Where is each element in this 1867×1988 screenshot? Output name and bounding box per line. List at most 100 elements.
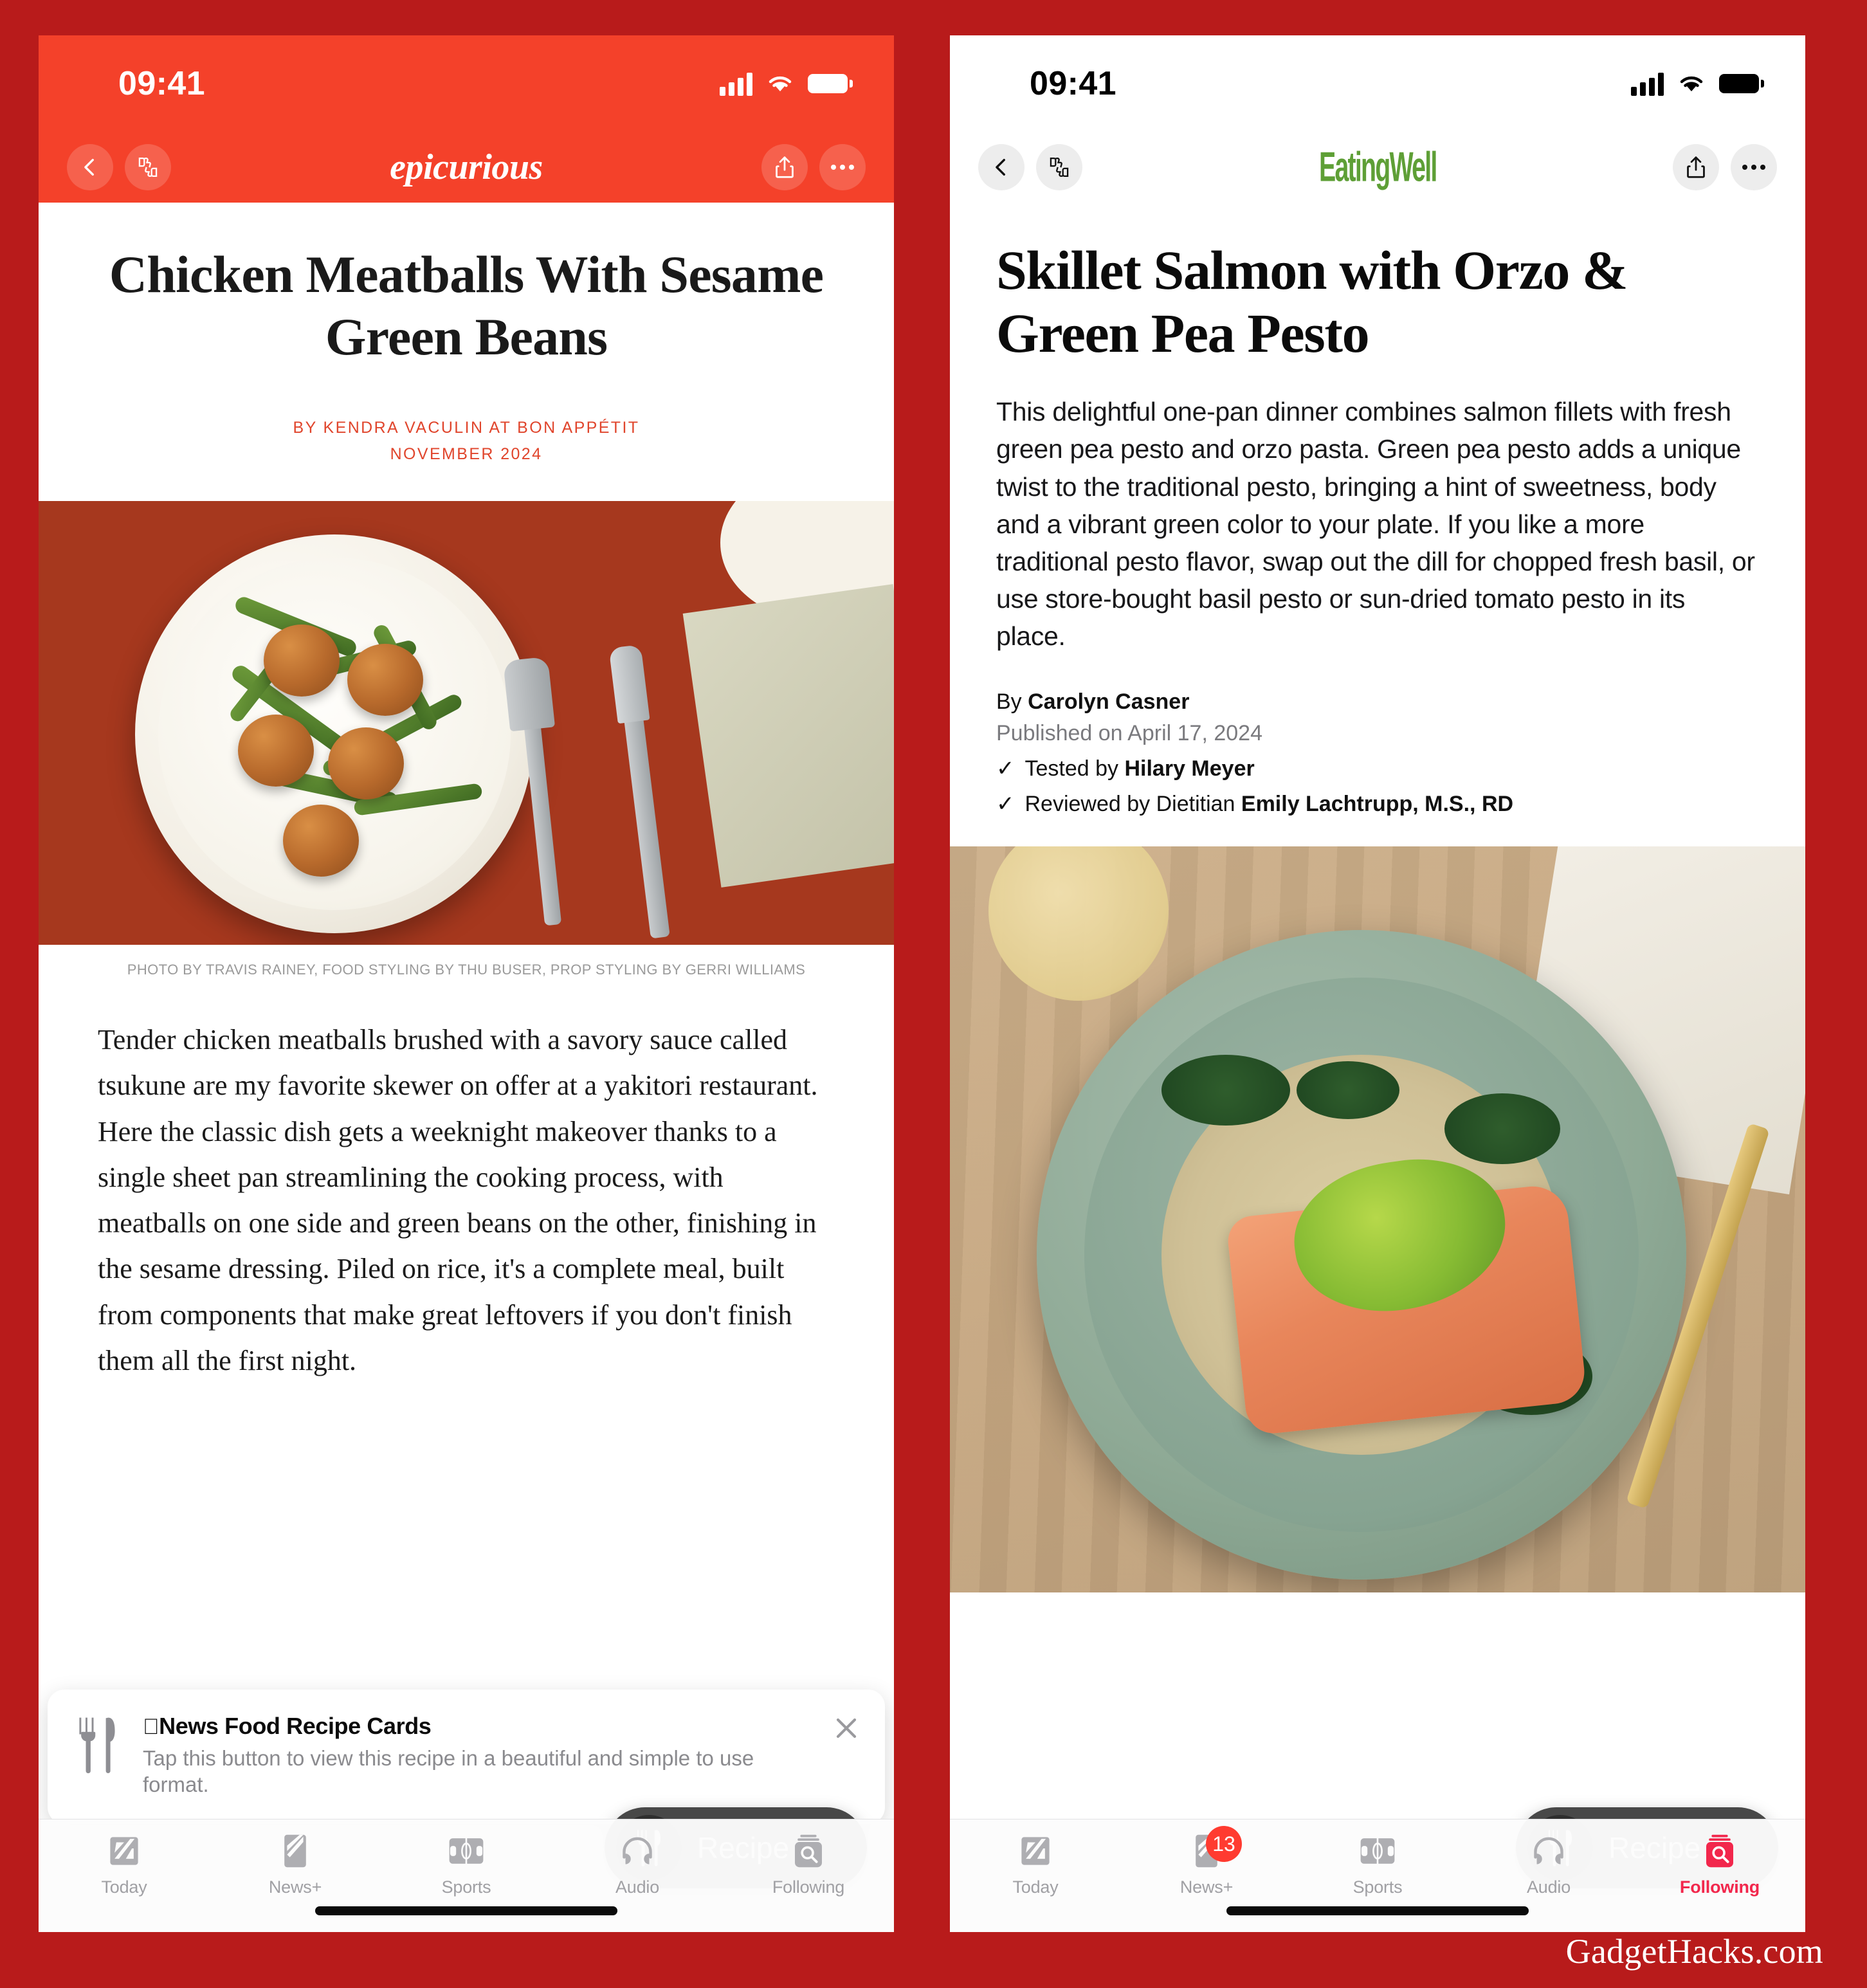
author-line: By Carolyn Casner [996,689,1190,714]
nav-left-group [67,144,171,190]
tab-audio[interactable]: Audio [1463,1832,1634,1897]
tab-label: Today [1012,1877,1059,1897]
article-metadata: By Carolyn Casner Published on April 17,… [996,686,1759,821]
sports-field-icon [448,1832,485,1870]
publisher-logo: EatingWell [1082,144,1673,190]
check-mark-icon: ✓ [996,792,1015,817]
status-time: 09:41 [118,65,205,102]
cellular-bars-icon [1631,71,1664,96]
byline-author: BY KENDRA VACULIN AT BON APPÉTIT [293,418,640,437]
cellular-bars-icon [720,71,752,96]
article-description: This delightful one-pan dinner combines … [996,397,1755,652]
tooltip-body: News Food Recipe Cards Tap this button … [143,1711,808,1798]
reviewed-by-line: ✓ Reviewed by Dietitian Emily Lachtrupp,… [996,789,1759,820]
status-bar-left: 09:41 [996,64,1378,103]
wifi-icon [769,76,792,91]
status-time: 09:41 [1030,65,1116,102]
hero-image-chicken-meatballs [39,501,894,945]
recipe-cards-tooltip: News Food Recipe Cards Tap this button … [48,1689,885,1843]
page-title: Chicken Meatballs With Sesame Green Bean… [109,245,824,366]
apple-news-icon [1018,1832,1053,1870]
sports-field-icon [1359,1832,1396,1870]
more-ellipsis-icon[interactable] [819,144,866,190]
tab-label: News+ [1179,1877,1234,1897]
back-button[interactable] [67,144,113,190]
phone-right-eatingwell: 09:41 EatingWell Skillet Salmon with Orz… [950,35,1805,1932]
photo-credit: PHOTO BY TRAVIS RAINEY, FOOD STYLING BY … [127,962,806,978]
wifi-icon [1680,76,1703,91]
tested-by-line: ✓ Tested by Hilary Meyer [996,753,1759,785]
status-bar-left: 09:41 [85,64,466,103]
home-indicator[interactable] [315,1906,617,1915]
published-date: Published on April 17, 2024 [996,720,1262,745]
apple-logo-icon:  [143,1715,159,1739]
page-title: Skillet Salmon with Orzo & Green Pea Pes… [996,239,1628,365]
fork-knife-icon [73,1711,121,1774]
share-button[interactable] [1673,144,1719,190]
headphones-icon [619,1832,655,1870]
news-plus-icon: 13 [1193,1826,1242,1870]
headphones-icon [1531,1832,1567,1870]
tab-sports[interactable]: Sports [381,1832,552,1897]
tab-label: Audio [1526,1877,1571,1897]
tab-label: Sports [1352,1877,1403,1897]
byline-date: NOVEMBER 2024 [390,444,543,463]
tester-name: Hilary Meyer [1124,756,1255,781]
more-ellipsis-icon[interactable] [1731,144,1777,190]
hero-image-skillet-salmon [950,846,1805,1592]
eatingwell-wordmark: EatingWell [1318,144,1437,190]
status-badge: 13 [1206,1826,1242,1862]
close-x-icon[interactable] [830,1711,863,1745]
tab-label: Following [772,1877,845,1897]
publisher-logo: epicurious [171,147,761,188]
nav-right-group [1673,144,1777,190]
home-indicator[interactable] [1226,1906,1529,1915]
following-search-icon [1704,1832,1735,1870]
tab-label: Audio [615,1877,660,1897]
battery-icon [1719,74,1764,93]
tab-today[interactable]: Today [39,1832,210,1897]
tooltip-subtitle: Tap this button to view this recipe in a… [143,1746,754,1797]
status-bar: 09:41 [39,35,894,132]
tab-label: News+ [268,1877,322,1897]
news-plus-icon [282,1832,309,1870]
tab-label: Today [101,1877,147,1897]
tab-following[interactable]: Following [723,1832,894,1897]
tab-today[interactable]: Today [950,1832,1121,1897]
reviewer-name: Emily Lachtrupp, M.S., RD [1241,792,1514,817]
article-scroll-area[interactable]: Skillet Salmon with Orzo & Green Pea Pes… [950,203,1805,1932]
epicurious-wordmark: epicurious [390,147,543,187]
status-bar: 09:41 [950,35,1805,132]
tab-audio[interactable]: Audio [552,1832,723,1897]
tab-following[interactable]: Following [1634,1832,1805,1897]
watermark: GadgetHacks.com [1565,1932,1823,1971]
tab-sports[interactable]: Sports [1292,1832,1463,1897]
article-body: Tender chicken meatballs brushed with a … [98,1024,818,1376]
article-scroll-area[interactable]: Chicken Meatballs With Sesame Green Bean… [39,203,894,1932]
following-search-icon [793,1832,824,1870]
tooltip-title: News Food Recipe Cards [143,1712,432,1739]
phone-left-epicurious: 09:41 epicurious Chicken Meatballs With … [39,35,894,1932]
status-bar-right [1378,71,1764,96]
back-button[interactable] [978,144,1025,190]
tab-label: Following [1679,1877,1760,1897]
article-nav-bar: EatingWell [950,132,1805,203]
tab-news-plus[interactable]: News+ [210,1832,381,1897]
check-mark-icon: ✓ [996,756,1015,781]
nav-left-group [978,144,1082,190]
tab-news-plus[interactable]: 13 News+ [1121,1826,1292,1897]
screenshot-stage: 09:41 epicurious Chicken Meatballs With … [0,0,1867,1988]
author-name: Carolyn Casner [1028,689,1190,714]
article-nav-bar: epicurious [39,132,894,203]
byline: BY KENDRA VACULIN AT BON APPÉTIT NOVEMBE… [90,415,842,468]
article-header: Chicken Meatballs With Sesame Green Bean… [39,203,894,468]
status-bar-right [466,71,853,96]
nav-right-group [761,144,866,190]
thumbs-up-down-icon[interactable] [1036,144,1082,190]
battery-icon [808,74,853,93]
article-header: Skillet Salmon with Orzo & Green Pea Pes… [950,203,1805,821]
share-button[interactable] [761,144,808,190]
apple-news-icon [107,1832,141,1870]
thumbs-up-down-icon[interactable] [125,144,171,190]
tab-label: Sports [441,1877,491,1897]
